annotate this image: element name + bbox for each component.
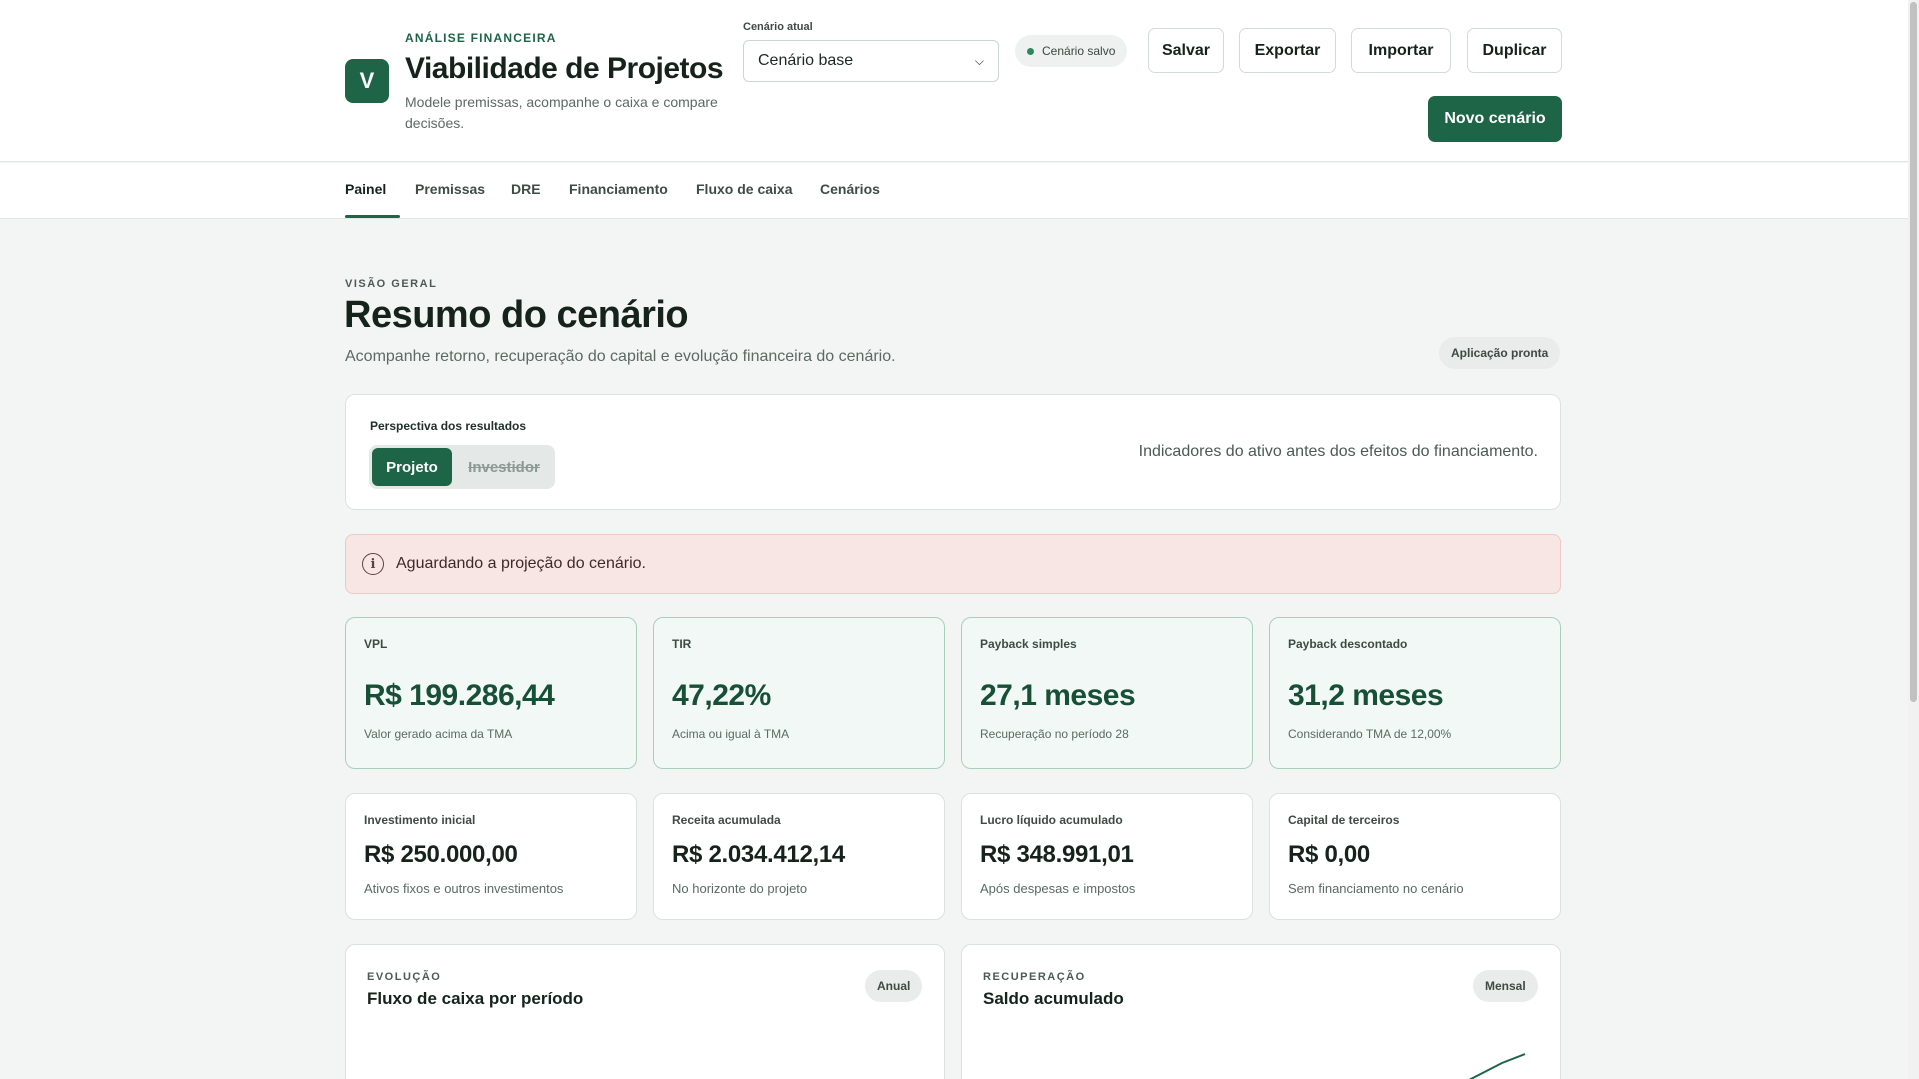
app-ready-badge: Aplicação pronta	[1439, 337, 1561, 369]
scenario-select-value: Cenário base	[758, 52, 854, 69]
perspective-toggle: Projeto Investidor	[369, 445, 555, 489]
export-button[interactable]: Exportar	[1239, 28, 1336, 73]
stat-value: R$ 250.000,00	[364, 841, 518, 868]
kpi-card-vpl: VPL R$ 199.286,44 Valor gerado acima da …	[345, 617, 637, 769]
chevron-down-icon: ⌵	[974, 53, 984, 68]
stat-card-lucro: Lucro líquido acumulado R$ 348.991,01 Ap…	[961, 793, 1253, 920]
saved-status-badge: Cenário salvo	[1015, 35, 1128, 67]
panel-eyebrow: EVOLUÇÃO	[367, 971, 442, 983]
perspective-project-option[interactable]: Projeto	[372, 448, 452, 486]
perspective-card: Perspectiva dos resultados Projeto Inves…	[345, 394, 1561, 510]
kpi-value: R$ 199.286,44	[364, 679, 555, 712]
tab-premissas[interactable]: Premissas	[415, 181, 485, 197]
kpi-label: Payback descontado	[1288, 637, 1408, 651]
stat-label: Lucro líquido acumulado	[980, 813, 1123, 827]
perspective-note: Indicadores do ativo antes dos efeitos d…	[1138, 443, 1538, 460]
tab-cenarios[interactable]: Cenários	[820, 181, 880, 197]
stat-card-investimento: Investimento inicial R$ 250.000,00 Ativo…	[345, 793, 637, 920]
tab-financiamento[interactable]: Financiamento	[569, 181, 668, 197]
kpi-note: Recuperação no período 28	[980, 727, 1129, 741]
stat-label: Investimento inicial	[364, 813, 476, 827]
kpi-label: VPL	[364, 637, 388, 651]
kpi-label: TIR	[672, 637, 692, 651]
balance-line-preview	[1468, 1053, 1526, 1079]
app-header: V ANÁLISE FINANCEIRA Viabilidade de Proj…	[0, 0, 1908, 162]
main-tabs: Painel Premissas DRE Financiamento Fluxo…	[0, 163, 1908, 219]
tab-painel[interactable]: Painel	[345, 181, 386, 197]
perspective-label: Perspectiva dos resultados	[370, 419, 527, 433]
kpi-value: 31,2 meses	[1288, 679, 1444, 712]
stat-label: Capital de terceiros	[1288, 813, 1400, 827]
duplicate-button[interactable]: Duplicar	[1467, 28, 1562, 73]
stat-value: R$ 2.034.412,14	[672, 841, 845, 868]
app-logo: V	[345, 59, 389, 103]
scenario-select[interactable]: Cenário base ⌵	[743, 40, 999, 82]
accumulated-balance-panel: RECUPERAÇÃO Saldo acumulado Mensal	[961, 944, 1561, 1079]
stat-label: Receita acumulada	[672, 813, 781, 827]
scrollbar-thumb[interactable]	[1910, 2, 1917, 702]
tab-dre[interactable]: DRE	[511, 181, 541, 197]
kpi-note: Considerando TMA de 12,00%	[1288, 727, 1452, 741]
app-eyebrow: ANÁLISE FINANCEIRA	[405, 31, 557, 45]
page-subtitle: Acompanhe retorno, recuperação do capita…	[345, 348, 896, 365]
kpi-label: Payback simples	[980, 637, 1077, 651]
kpi-value: 47,22%	[672, 679, 771, 712]
perspective-investor-option[interactable]: Investidor	[457, 448, 551, 486]
import-button[interactable]: Importar	[1351, 28, 1451, 73]
saved-status-text: Cenário salvo	[1042, 44, 1116, 58]
scenario-label: Cenário atual	[743, 21, 813, 33]
stat-note: Sem financiamento no cenário	[1288, 881, 1464, 896]
kpi-value: 27,1 meses	[980, 679, 1136, 712]
kpi-card-tir: TIR 47,22% Acima ou igual à TMA	[653, 617, 945, 769]
stat-note: Após despesas e impostos	[980, 881, 1136, 896]
stat-note: No horizonte do projeto	[672, 881, 808, 896]
kpi-note: Acima ou igual à TMA	[672, 727, 790, 741]
app-title: Viabilidade de Projetos	[405, 52, 724, 85]
stat-card-capital-terceiros: Capital de terceiros R$ 0,00 Sem financi…	[1269, 793, 1561, 920]
save-button[interactable]: Salvar	[1148, 28, 1224, 73]
alert-text: Aguardando a projeção do cenário.	[396, 555, 646, 572]
period-badge[interactable]: Anual	[865, 970, 923, 1002]
tab-fluxo-de-caixa[interactable]: Fluxo de caixa	[696, 181, 792, 197]
stat-value: R$ 0,00	[1288, 841, 1370, 868]
balance-line	[1468, 1053, 1526, 1079]
section-eyebrow: VISÃO GERAL	[345, 278, 438, 290]
stat-note: Ativos fixos e outros investimentos	[364, 881, 564, 896]
active-tab-indicator	[345, 215, 400, 218]
cashflow-chart-panel: EVOLUÇÃO Fluxo de caixa por período Anua…	[345, 944, 945, 1079]
stat-value: R$ 348.991,01	[980, 841, 1134, 868]
kpi-card-payback-simples: Payback simples 27,1 meses Recuperação n…	[961, 617, 1253, 769]
info-icon: i	[362, 553, 384, 575]
panel-title: Fluxo de caixa por período	[367, 989, 584, 1008]
app-subtitle: Modele premissas, acompanhe o caixa e co…	[405, 94, 718, 131]
page-title: Resumo do cenário	[344, 294, 689, 336]
kpi-note: Valor gerado acima da TMA	[364, 727, 513, 741]
new-scenario-button[interactable]: Novo cenário	[1428, 96, 1562, 142]
page-scrollbar[interactable]	[1908, 0, 1919, 1079]
stat-card-receita: Receita acumulada R$ 2.034.412,14 No hor…	[653, 793, 945, 920]
projection-alert: i Aguardando a projeção do cenário.	[345, 534, 1561, 594]
kpi-card-payback-descontado: Payback descontado 31,2 meses Consideran…	[1269, 617, 1561, 769]
status-dot-icon	[1027, 47, 1034, 55]
